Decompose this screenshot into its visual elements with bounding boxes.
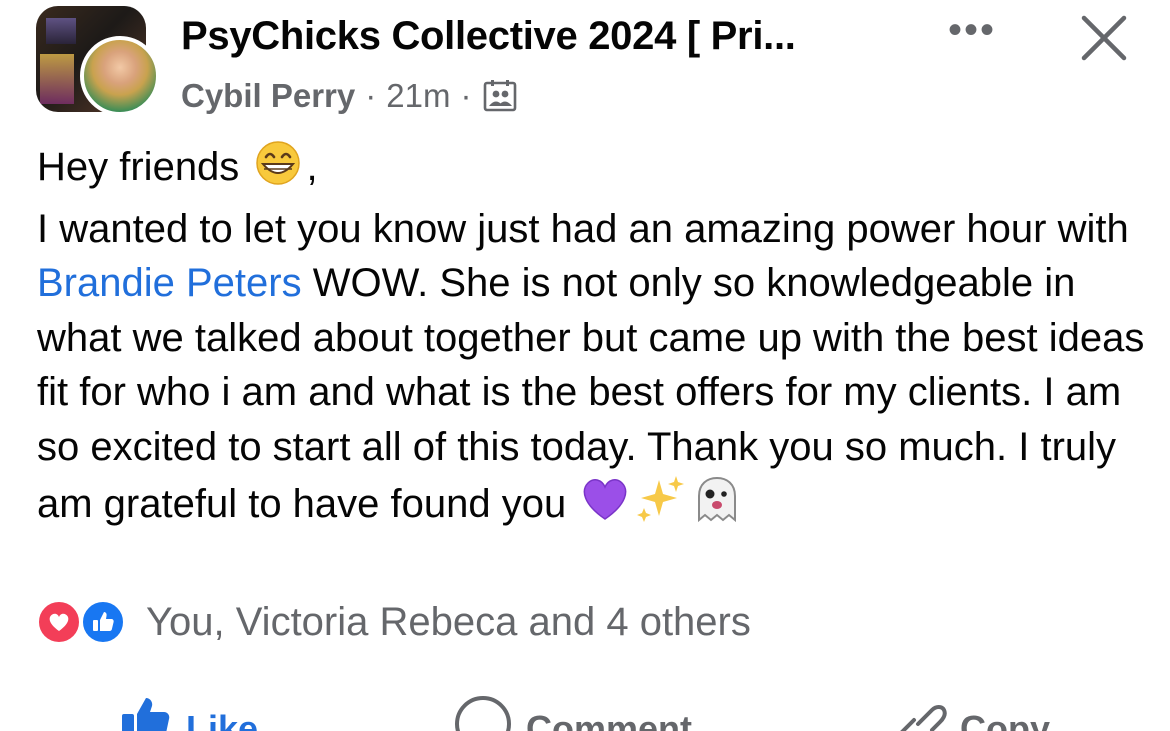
love-reaction-icon bbox=[36, 599, 82, 645]
like-label: Like bbox=[186, 708, 259, 731]
like-button[interactable]: Like bbox=[118, 694, 258, 731]
meta-separator: · bbox=[460, 77, 472, 114]
post-action-bar: Like Comment Copy bbox=[0, 694, 1170, 731]
thumbs-up-icon bbox=[122, 698, 170, 731]
post-text: Hey friends , I wanted to let you know j… bbox=[37, 137, 1147, 539]
sparkles-emoji bbox=[633, 474, 689, 539]
copy-button[interactable]: Copy bbox=[888, 694, 1050, 731]
post-text-body-part1: I wanted to let you know just had an ama… bbox=[37, 206, 1129, 251]
group-photo-tile bbox=[40, 54, 74, 104]
like-reaction-icon bbox=[80, 599, 126, 645]
group-members-icon bbox=[483, 79, 517, 113]
comment-button[interactable]: Comment bbox=[452, 694, 692, 731]
copy-label: Copy bbox=[960, 708, 1050, 731]
post-timestamp[interactable]: 21m bbox=[386, 77, 450, 115]
ghost-emoji bbox=[689, 474, 745, 539]
reactions-text[interactable]: You, Victoria Rebeca and 4 others bbox=[146, 600, 751, 645]
author-avatar[interactable] bbox=[80, 36, 160, 116]
post-header: PsyChicks Collective 2024 [ Pri... Cybil… bbox=[0, 0, 1170, 130]
grinning-face-emoji bbox=[250, 137, 306, 202]
comment-icon bbox=[455, 696, 511, 731]
close-icon[interactable] bbox=[1078, 12, 1130, 64]
post-text-greeting: Hey friends bbox=[37, 144, 240, 189]
reactions-summary[interactable]: You, Victoria Rebeca and 4 others bbox=[36, 597, 751, 647]
group-photo-tile bbox=[46, 18, 76, 44]
meta-separator: · bbox=[365, 77, 377, 114]
author-name[interactable]: Cybil Perry bbox=[181, 77, 355, 115]
reaction-icons bbox=[36, 599, 132, 645]
post-meta: Cybil Perry · 21m · bbox=[181, 74, 517, 118]
mention-link[interactable]: Brandie Peters bbox=[37, 261, 302, 305]
more-options-button[interactable]: ••• bbox=[942, 10, 1002, 58]
greeting-comma: , bbox=[306, 144, 318, 189]
comment-label: Comment bbox=[526, 708, 693, 731]
group-name[interactable]: PsyChicks Collective 2024 [ Pri... bbox=[181, 14, 796, 59]
purple-heart-emoji bbox=[577, 474, 633, 539]
link-icon bbox=[900, 705, 947, 731]
